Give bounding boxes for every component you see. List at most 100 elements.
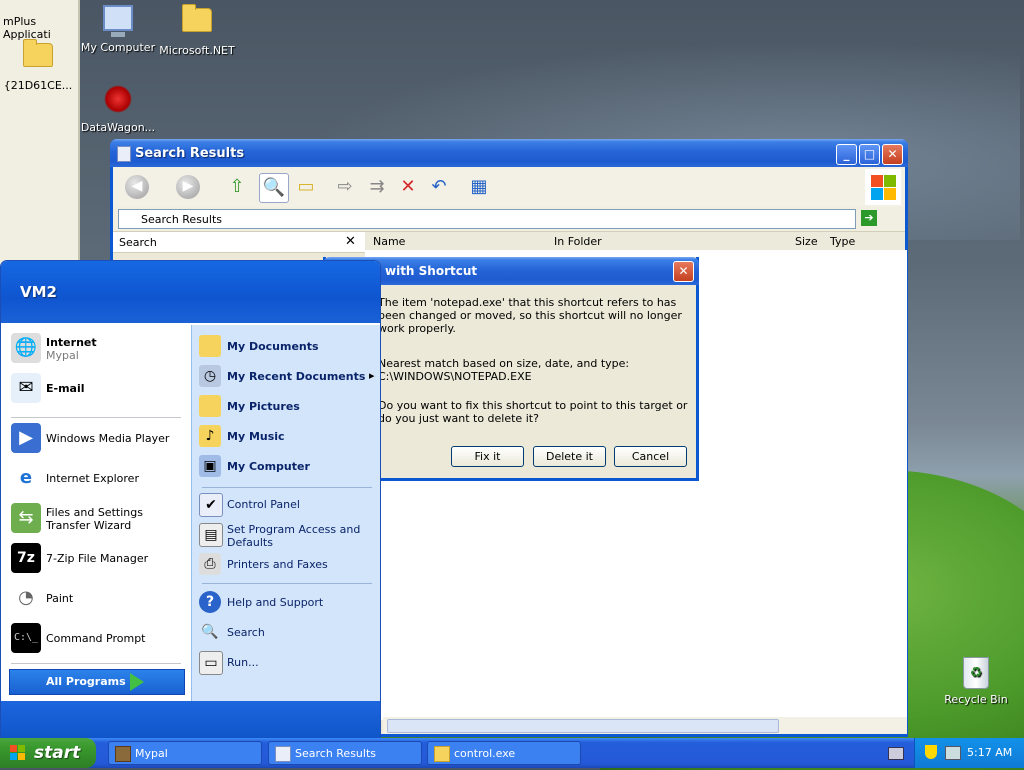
separator (202, 487, 372, 488)
views-icon[interactable]: ▦ (465, 173, 493, 201)
internet-explorer-icon: e (19, 467, 33, 488)
recent-item-7zip[interactable]: 7z 7-Zip File Manager (11, 543, 189, 575)
column-type[interactable]: Type (830, 235, 855, 248)
folder-icon (22, 39, 54, 75)
go-icon[interactable]: ➔ (861, 210, 877, 226)
close-button[interactable]: ✕ (882, 144, 903, 165)
folders-icon[interactable]: ▭ (292, 173, 320, 201)
fix-it-button[interactable]: Fix it (451, 446, 524, 467)
column-size[interactable]: Size (795, 235, 818, 248)
scrollbar-thumb[interactable] (387, 719, 779, 733)
item-label: 7-Zip File Manager (46, 552, 149, 565)
separator (11, 663, 181, 664)
search-window-icon (275, 746, 291, 762)
up-folder-icon[interactable]: ⇧ (223, 173, 251, 201)
back-icon[interactable]: ◀ (125, 175, 149, 199)
email-icon: ✉ (11, 373, 41, 403)
dialog-title: with Shortcut (385, 264, 478, 278)
my-computer-icon (102, 5, 134, 37)
window-title: Search Results (135, 146, 245, 161)
pinned-item-internet[interactable]: 🌐 Internet Mypal (11, 333, 189, 365)
forward-icon[interactable]: ▶ (176, 175, 200, 199)
dialog-message: The item 'notepad.exe' that this shortcu… (378, 296, 682, 335)
column-name[interactable]: Name (373, 235, 405, 248)
task-button-search-results[interactable]: Search Results (268, 741, 422, 765)
address-value: Search Results (141, 213, 223, 226)
network-icon[interactable] (945, 746, 961, 760)
place-control-panel[interactable]: ✔ Control Panel (199, 493, 375, 517)
all-programs-label: All Programs (46, 675, 126, 688)
taskbar: start Mypal Search Results control.exe 5… (0, 738, 1024, 768)
desktop-icon-my-computer[interactable]: My Computer (78, 3, 158, 54)
media-player-icon: ▶ (11, 423, 41, 453)
desktop-icon-datawagon[interactable]: DataWagon... (78, 85, 158, 134)
item-sublabel: Mypal (46, 349, 79, 362)
desktop-icon-microsoft-net[interactable]: Microsoft.NET (157, 3, 237, 57)
minimize-button[interactable]: _ (836, 144, 857, 165)
place-set-program-access[interactable]: ▤ Set Program Access and Defaults (199, 523, 375, 553)
maximize-button[interactable]: □ (859, 144, 880, 165)
item-label: Search (227, 626, 265, 639)
horizontal-scrollbar[interactable] (383, 717, 907, 734)
place-help-support[interactable]: ? Help and Support (199, 591, 375, 615)
item-label: Paint (46, 592, 74, 605)
security-shield-icon[interactable] (925, 745, 937, 759)
move-to-icon[interactable]: ⇨ (331, 173, 359, 201)
item-label: Set Program Access and Defaults (227, 523, 361, 549)
dialog-close-button[interactable]: ✕ (673, 261, 694, 282)
desktop-icon-label: DataWagon... (80, 121, 156, 134)
item-label: Files and Settings Transfer Wizard (46, 506, 143, 532)
item-label: Printers and Faxes (227, 558, 328, 571)
delete-it-button[interactable]: Delete it (533, 446, 606, 467)
start-button[interactable]: start (0, 738, 96, 768)
copy-to-icon[interactable]: ⇉ (363, 173, 391, 201)
place-my-pictures[interactable]: My Pictures (199, 395, 375, 419)
search-icon: 🔍 (201, 624, 219, 640)
desktop-icon-recycle-bin[interactable]: ♻ Recycle Bin (936, 657, 1016, 706)
delete-icon[interactable]: ✕ (394, 173, 422, 201)
task-label: Mypal (135, 747, 168, 760)
keyboard-icon[interactable] (888, 747, 904, 760)
place-search[interactable]: 🔍 Search (199, 621, 375, 645)
place-my-computer[interactable]: ▣ My Computer (199, 455, 375, 479)
paint-icon: ◔ (18, 587, 34, 608)
close-icon[interactable]: ✕ (345, 234, 356, 249)
place-printers-faxes[interactable]: ⎙ Printers and Faxes (199, 553, 375, 577)
column-headers: Name In Folder Size Type (365, 232, 905, 251)
task-button-mypal[interactable]: Mypal (108, 741, 262, 765)
start-menu-programs: 🌐 Internet Mypal ✉ E-mail ▶ Windows Media… (1, 325, 191, 701)
place-my-documents[interactable]: My Documents (199, 335, 375, 359)
column-in-folder[interactable]: In Folder (554, 235, 602, 248)
recent-item-fast[interactable]: ⇆ Files and Settings Transfer Wizard (11, 503, 189, 535)
windows-flag-icon (10, 745, 26, 761)
recent-item-wmp[interactable]: ▶ Windows Media Player (11, 423, 189, 455)
dialog-match-path: C:\WINDOWS\NOTEPAD.EXE (378, 370, 532, 383)
address-bar: Search Results ➔ (113, 207, 905, 232)
window-icon (117, 146, 131, 162)
browser-icon: 🌐 (11, 333, 41, 363)
search-icon[interactable]: 🔍 (259, 173, 289, 203)
title-bar[interactable]: Search Results _ □ ✕ (110, 139, 908, 167)
address-input[interactable]: Search Results (118, 209, 856, 229)
item-label: Internet Explorer (46, 472, 139, 485)
place-my-recent-documents[interactable]: ◷ My Recent Documents ▸ (199, 365, 375, 389)
recent-item-ie[interactable]: e Internet Explorer (11, 463, 189, 495)
all-programs-button[interactable]: All Programs (9, 669, 185, 695)
undo-icon[interactable]: ↶ (425, 173, 453, 201)
clock[interactable]: 5:17 AM (967, 746, 1012, 759)
cancel-button[interactable]: Cancel (614, 446, 687, 467)
toolbar: ◀ ▶ ⇧ 🔍 ▭ ⇨ ⇉ ✕ ↶ ▦ (113, 167, 905, 208)
computer-icon: ▣ (199, 455, 221, 477)
desktop-icon-label: Microsoft.NET (159, 44, 235, 57)
task-button-control-exe[interactable]: control.exe (427, 741, 581, 765)
user-name: VM2 (20, 283, 57, 301)
item-label: Windows Media Player (46, 432, 170, 445)
item-label: E-mail (46, 382, 85, 395)
place-my-music[interactable]: ♪ My Music (199, 425, 375, 449)
pinned-item-email[interactable]: ✉ E-mail (11, 373, 189, 405)
recent-item-cmd[interactable]: C:\_ Command Prompt (11, 623, 189, 655)
recent-item-paint[interactable]: ◔ Paint (11, 583, 189, 615)
desktop-icon-label: Recycle Bin (944, 693, 1008, 706)
desktop-icon-folder-guid[interactable]: {21D61CE... (0, 38, 78, 92)
place-run[interactable]: ▭ Run... (199, 651, 375, 675)
